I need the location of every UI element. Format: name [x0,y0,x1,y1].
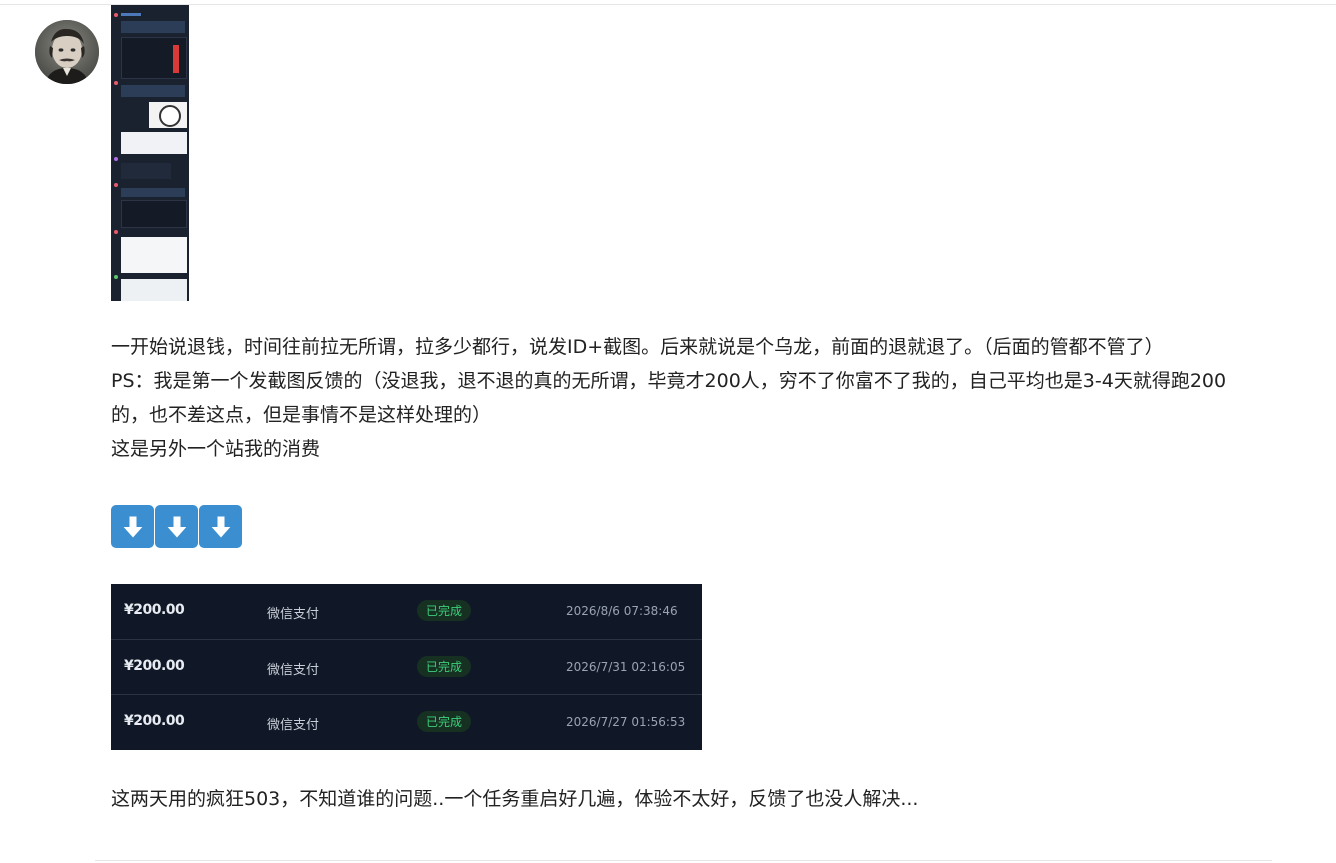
payment-time: 2026/7/31 02:16:05 [566,660,686,674]
arrow-down-icon [199,505,242,548]
payment-time: 2026/7/27 01:56:53 [566,715,686,729]
arrow-emoji-group [111,505,242,548]
table-row: ¥200.00 微信支付 已完成 2026/8/6 07:38:46 [111,584,702,638]
arrow-down-icon [111,505,154,548]
payment-amount: ¥200.00 [124,602,185,618]
bottom-divider [95,860,1272,861]
post-paragraph-1: 一开始说退钱，时间往前拉无所谓，拉多少都行，说发ID+截图。后来就说是个乌龙，前… [111,336,1164,358]
payment-method: 微信支付 [267,718,320,733]
status-badge: 已完成 [417,600,472,621]
payment-amount: ¥200.00 [124,658,185,674]
post-paragraph-3: 这是另外一个站我的消费 [111,438,321,460]
table-row: ¥200.00 微信支付 已完成 2026/7/27 01:56:53 [111,694,702,749]
table-row: ¥200.00 微信支付 已完成 2026/7/31 02:16:05 [111,639,702,694]
screenshot-thumbnail[interactable] [111,5,189,301]
payment-history-image[interactable]: ¥200.00 微信支付 已完成 2026/8/6 07:38:46 ¥200.… [111,584,702,750]
arrow-down-icon [155,505,198,548]
payment-method: 微信支付 [267,663,320,678]
post-body: 一开始说退钱，时间往前拉无所谓，拉多少都行，说发ID+截图。后来就说是个乌龙，前… [111,330,1261,466]
status-badge: 已完成 [417,711,472,732]
avatar-portrait-icon [35,20,99,84]
post-paragraph-2: PS：我是第一个发截图反馈的（没退我，退不退的真的无所谓，毕竟才200人，穷不了… [111,370,1227,426]
post-closing: 这两天用的疯狂503，不知道谁的问题..一个任务重启好几遍，体验不太好，反馈了也… [111,788,919,810]
top-divider [0,4,1336,5]
user-avatar[interactable] [35,20,99,84]
status-badge: 已完成 [417,656,472,677]
payment-time: 2026/8/6 07:38:46 [566,604,678,618]
payment-method: 微信支付 [267,607,320,622]
payment-amount: ¥200.00 [124,713,185,729]
